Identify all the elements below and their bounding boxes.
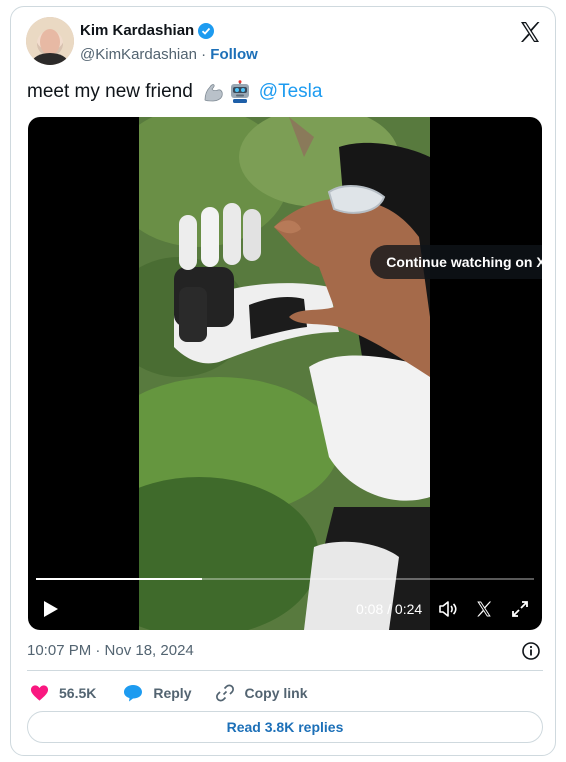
author-handle[interactable]: @KimKardashian <box>80 46 197 63</box>
video-frame[interactable] <box>139 117 430 630</box>
duration: 0:24 <box>394 601 423 617</box>
link-icon <box>216 684 235 702</box>
reply-bubble-icon <box>124 685 143 702</box>
reply-button[interactable]: Reply <box>123 684 191 702</box>
info-icon[interactable] <box>521 641 541 661</box>
video-player[interactable]: Continue watching on X <box>28 117 542 630</box>
tweet-text: meet my new friend @Tesla <box>27 80 322 104</box>
x-logo-icon[interactable] <box>518 20 542 44</box>
divider <box>27 670 543 671</box>
time-separator: / <box>387 601 395 617</box>
current-time: 0:08 <box>356 601 384 617</box>
author-name-row[interactable]: Kim Kardashian <box>80 22 215 39</box>
fullscreen-icon[interactable] <box>511 600 529 618</box>
mention-link[interactable]: @Tesla <box>259 81 323 103</box>
tweet-actions: 56.5K Reply Copy link <box>27 682 308 704</box>
like-button[interactable]: 56.5K <box>30 684 96 702</box>
play-icon[interactable] <box>43 600 59 618</box>
reply-label: Reply <box>153 685 192 701</box>
heart-icon <box>30 685 49 701</box>
video-time: 0:08 / 0:24 <box>356 601 422 617</box>
volume-icon[interactable] <box>438 599 458 619</box>
tweet-body: meet my new friend <box>27 81 193 102</box>
read-replies-button[interactable]: Read 3.8K replies <box>27 711 543 743</box>
separator-dot: · <box>201 46 207 63</box>
timestamp[interactable]: 10:07 PM · Nov 18, 2024 <box>27 642 194 659</box>
author-name[interactable]: Kim Kardashian <box>80 22 194 39</box>
copy-link-button[interactable]: Copy link <box>216 684 308 702</box>
avatar[interactable] <box>26 17 74 65</box>
x-logo-video-icon[interactable] <box>475 600 493 618</box>
handle-row: @KimKardashian · Follow <box>80 46 258 63</box>
robot-icon <box>230 80 249 103</box>
verified-badge-icon <box>198 22 215 39</box>
copy-link-label: Copy link <box>244 685 308 701</box>
follow-button[interactable]: Follow <box>210 46 258 63</box>
video-progress-fill <box>36 578 202 580</box>
video-progress-bar[interactable] <box>36 578 534 580</box>
continue-watching-button[interactable]: Continue watching on X <box>370 245 542 279</box>
flexed-biceps-icon <box>204 84 223 102</box>
like-count: 56.5K <box>59 685 97 701</box>
